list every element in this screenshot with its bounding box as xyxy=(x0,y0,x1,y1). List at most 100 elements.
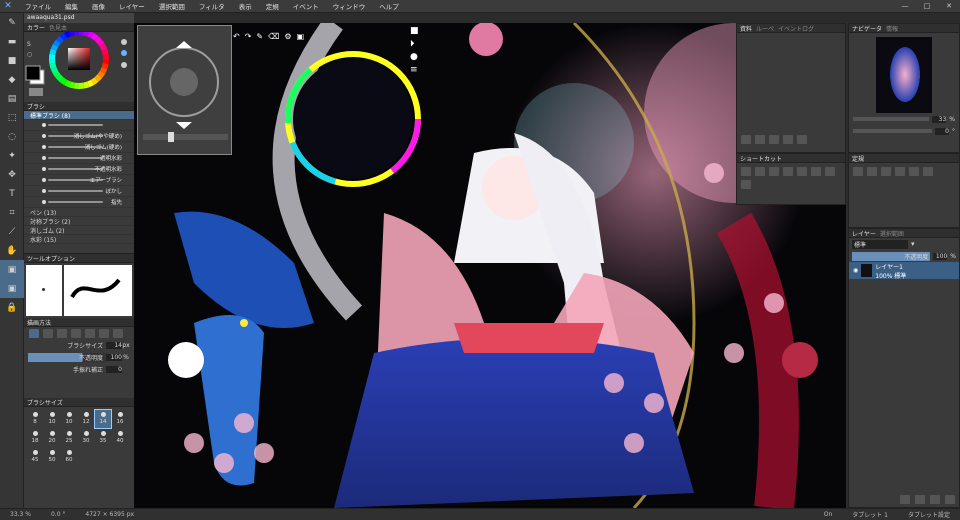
undo-shortcut-icon[interactable] xyxy=(825,167,835,176)
eye-icon[interactable]: ◉ xyxy=(853,267,858,274)
brush-item[interactable]: エアーブラシ xyxy=(24,175,134,186)
brush-item[interactable]: 消しゴム(やや硬め) xyxy=(24,131,134,142)
app-logo-icon[interactable]: ✕ xyxy=(2,0,14,12)
color-wheel[interactable]: S ○ xyxy=(24,29,134,102)
eraser-quick-icon[interactable]: ⌫ xyxy=(268,32,279,46)
new-layer-icon[interactable] xyxy=(900,495,910,504)
brush-size-preset[interactable]: 25 xyxy=(61,429,77,447)
layer-mode-icon[interactable]: ▣ xyxy=(0,279,24,298)
primary-color-swatch[interactable] xyxy=(25,65,41,81)
angle-value[interactable]: 0 xyxy=(935,127,949,135)
menu-help[interactable]: ヘルプ xyxy=(372,1,406,11)
brush-size-preset[interactable]: 16 xyxy=(112,410,128,428)
delete-layer-icon[interactable] xyxy=(945,495,955,504)
file-tab[interactable]: awaaqua31.psd xyxy=(24,13,134,23)
tab-navigator[interactable]: ナビゲータ xyxy=(852,24,882,33)
close-icon[interactable]: ✕ xyxy=(938,0,960,13)
rotate-left-icon[interactable] xyxy=(741,134,751,144)
brush-size-preset[interactable]: 14 xyxy=(94,409,112,429)
brush-size-preset[interactable]: 10 xyxy=(44,410,60,428)
ruler-line-icon[interactable] xyxy=(853,167,863,176)
mask-icon[interactable] xyxy=(930,495,940,504)
brush-size-preset[interactable]: 50 xyxy=(44,448,60,466)
play-icon[interactable]: ⏵ xyxy=(410,39,432,49)
fill-tool-icon[interactable]: ◆ xyxy=(0,70,24,89)
zoom-in-icon[interactable] xyxy=(783,134,793,144)
menu-image[interactable]: 画像 xyxy=(85,1,112,11)
paste-icon[interactable] xyxy=(811,167,821,176)
tab-selection[interactable]: 選択範囲 xyxy=(880,229,904,238)
text-tool-icon[interactable]: T xyxy=(0,184,24,203)
menu-filter[interactable]: フィルタ xyxy=(192,1,232,11)
brush-size-preset[interactable]: 10 xyxy=(61,410,77,428)
tab-info[interactable]: 情報 xyxy=(886,24,898,33)
crop-tool-icon[interactable]: ⌗ xyxy=(0,203,24,222)
magic-wand-icon[interactable]: ✦ xyxy=(0,146,24,165)
zoom-value[interactable]: 33 xyxy=(932,115,947,123)
curve-icon[interactable] xyxy=(57,329,67,338)
tab-layers[interactable]: レイヤー xyxy=(852,229,876,238)
ruler-radial-icon[interactable] xyxy=(909,167,919,176)
rect-tool-icon[interactable]: ■ xyxy=(0,51,24,70)
layer-item[interactable]: ◉ レイヤー1 100% 標準 xyxy=(849,262,959,280)
brush-size-preset[interactable]: 8 xyxy=(27,410,43,428)
white-square-icon[interactable]: ■ xyxy=(410,26,432,36)
menu-layer[interactable]: レイヤー xyxy=(112,1,152,11)
menu-file[interactable]: ファイル xyxy=(18,1,58,11)
select-tool-icon[interactable]: ⬚ xyxy=(0,108,24,127)
eraser-tool-icon[interactable]: ▬ xyxy=(0,32,24,51)
line-icon[interactable] xyxy=(43,329,53,338)
redo-icon[interactable]: ↷ xyxy=(245,32,252,46)
polyline-icon[interactable] xyxy=(71,329,81,338)
brush-size-preset[interactable]: 20 xyxy=(44,429,60,447)
pen-mode-icon[interactable]: ▣ xyxy=(0,260,24,279)
polygon-icon[interactable] xyxy=(113,329,123,338)
tab-reference[interactable]: 資料 xyxy=(740,24,752,33)
tab-color[interactable]: カラー xyxy=(27,23,45,32)
brush-size-preset[interactable]: 60 xyxy=(61,448,77,466)
status-on[interactable]: On xyxy=(814,511,843,518)
menu-lines-icon[interactable]: ≡ xyxy=(410,65,432,75)
brush-group[interactable]: 水彩 (15) xyxy=(24,235,134,244)
status-tablet-settings[interactable]: タブレット設定 xyxy=(898,510,960,519)
pen-quick-icon[interactable]: ✎ xyxy=(256,32,263,46)
chevron-down-icon[interactable]: ▾ xyxy=(911,240,915,248)
gear-quick-icon[interactable]: ⚙ xyxy=(284,32,291,46)
rotate-zoom-widget[interactable] xyxy=(137,25,232,155)
minimize-icon[interactable]: — xyxy=(894,0,916,13)
new-folder-icon[interactable] xyxy=(915,495,925,504)
lasso-tool-icon[interactable]: ◌ xyxy=(0,127,24,146)
menu-selection[interactable]: 選択範囲 xyxy=(152,1,192,11)
redo-shortcut-icon[interactable] xyxy=(741,180,751,189)
ruler-ellipse-icon[interactable] xyxy=(867,167,877,176)
lock-tool-icon[interactable]: 🔒 xyxy=(0,298,24,317)
tab-loupe[interactable]: ルーペ xyxy=(756,24,774,33)
tab-swatches[interactable]: 色見本 xyxy=(49,23,67,32)
ruler-symmetry-icon[interactable] xyxy=(923,167,933,176)
brush-tool-icon[interactable]: ✎ xyxy=(0,13,24,32)
gradient-tool-icon[interactable]: ▤ xyxy=(0,89,24,108)
ruler-grid-icon[interactable] xyxy=(895,167,905,176)
maximize-icon[interactable]: □ xyxy=(916,0,938,13)
rotate-right-icon[interactable] xyxy=(755,134,765,144)
brush-item[interactable]: 消しゴム(硬め) xyxy=(24,142,134,153)
brush-item[interactable]: 不透明水彩 xyxy=(24,164,134,175)
move-tool-icon[interactable]: ✥ xyxy=(0,165,24,184)
save-as-icon[interactable] xyxy=(783,167,793,176)
ruler-perspective-icon[interactable] xyxy=(881,167,891,176)
brush-item[interactable]: ぼかし xyxy=(24,186,134,197)
opacity-row[interactable]: 不透明度 100 % xyxy=(24,351,134,363)
brush-size-preset[interactable]: 45 xyxy=(27,448,43,466)
eyedropper-tool-icon[interactable]: ⟋ xyxy=(0,222,24,241)
menu-window[interactable]: ウィンドウ xyxy=(326,1,373,11)
tab-event-log[interactable]: イベントログ xyxy=(778,24,814,33)
freehand-icon[interactable] xyxy=(29,329,39,338)
navigator-thumbnail[interactable] xyxy=(876,37,932,113)
stabilizer-row[interactable]: 手振れ補正 0 xyxy=(24,363,134,375)
brush-size-preset[interactable]: 40 xyxy=(112,429,128,447)
new-file-icon[interactable] xyxy=(741,167,751,176)
circle-fill-icon[interactable]: ● xyxy=(410,52,432,62)
brush-size-preset[interactable]: 12 xyxy=(78,410,94,428)
copy-icon[interactable] xyxy=(797,167,807,176)
brush-size-preset[interactable]: 35 xyxy=(95,429,111,447)
